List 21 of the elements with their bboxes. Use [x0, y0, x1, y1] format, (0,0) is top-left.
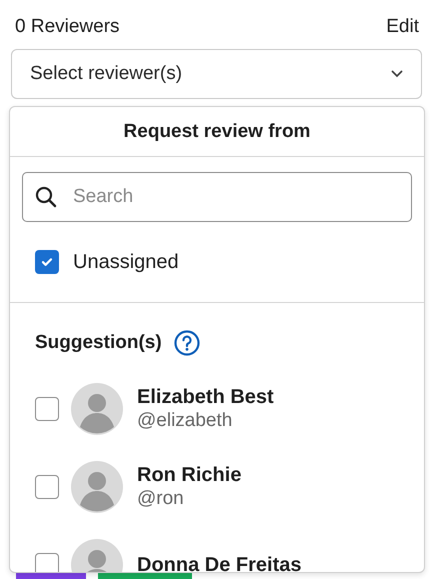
avatar-icon	[71, 461, 123, 513]
unassigned-label: Unassigned	[73, 250, 179, 274]
unassigned-checkbox[interactable]	[35, 250, 59, 274]
search-field[interactable]: Search	[22, 172, 412, 222]
user-handle: @elizabeth	[137, 409, 234, 433]
dropdown-title: Request review from	[10, 107, 424, 157]
user-checkbox[interactable]	[35, 475, 59, 499]
avatar-icon	[71, 383, 123, 435]
user-handle: @ron	[137, 487, 185, 511]
user-name: Ron Richie	[137, 463, 242, 487]
search-icon	[35, 186, 57, 208]
user-name: Donna De Freitas	[137, 553, 302, 572]
user-name: Elizabeth Best	[137, 385, 274, 409]
user-checkbox[interactable]	[35, 397, 59, 421]
suggestions-heading: Suggestion(s)	[35, 332, 162, 354]
chevron-down-icon	[391, 70, 403, 78]
help-icon[interactable]	[174, 330, 200, 356]
reviewers-count: 0 Reviewers	[15, 15, 120, 39]
user-checkbox[interactable]	[35, 553, 59, 572]
reviewer-select[interactable]: Select reviewer(s)	[11, 49, 422, 99]
edit-link[interactable]: Edit	[386, 14, 419, 40]
